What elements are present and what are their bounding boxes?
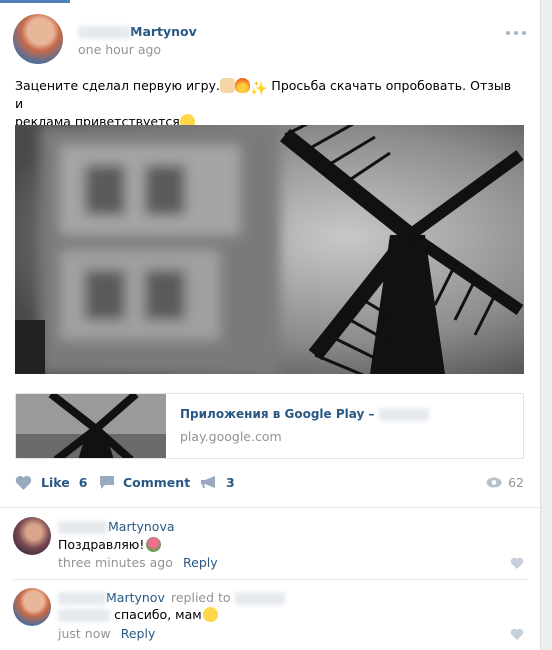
comment-text: спасибо, мам bbox=[58, 607, 218, 623]
comment-author-avatar[interactable] bbox=[13, 517, 51, 555]
comment-time[interactable]: three minutes ago bbox=[58, 555, 173, 570]
link-preview-title[interactable]: Приложения в Google Play – bbox=[180, 407, 429, 421]
blurred-first-name bbox=[58, 521, 108, 534]
post-text-part1: Зацените сделал первую игру. bbox=[15, 78, 220, 93]
comment-author-name[interactable]: Martynova bbox=[58, 519, 175, 535]
megaphone-icon bbox=[201, 476, 215, 488]
author-surname: Martynov bbox=[130, 24, 197, 39]
blurred-first-name bbox=[58, 592, 106, 605]
comment-time[interactable]: just now bbox=[58, 626, 111, 641]
like-count: 6 bbox=[78, 474, 88, 490]
comment-meta: just now Reply bbox=[58, 626, 155, 642]
comment-meta: three minutes ago Reply bbox=[58, 555, 218, 571]
sparkles-emoji-icon: ✨ bbox=[250, 81, 268, 97]
like-label: Like bbox=[41, 474, 70, 490]
post-photo[interactable] bbox=[15, 125, 524, 374]
comment-like-heart-icon[interactable] bbox=[510, 628, 524, 640]
blurred-app-name bbox=[378, 408, 429, 421]
reply-button[interactable]: Reply bbox=[121, 626, 156, 641]
link-preview-domain: play.google.com bbox=[180, 429, 282, 444]
link-preview-image bbox=[16, 394, 166, 458]
blurred-first-name bbox=[78, 26, 130, 39]
post-author-name[interactable]: Martynov bbox=[78, 24, 197, 40]
comment-like-heart-icon[interactable] bbox=[510, 557, 524, 569]
views-counter: 62 bbox=[486, 470, 524, 494]
share-button[interactable]: 3 bbox=[200, 470, 235, 494]
link-preview-card[interactable]: Приложения в Google Play – play.google.c… bbox=[15, 393, 524, 459]
comment-author-avatar[interactable] bbox=[13, 588, 51, 626]
hands-emoji-icon bbox=[220, 78, 235, 93]
windmill-image bbox=[15, 125, 524, 374]
bouquet-emoji-icon bbox=[146, 537, 162, 552]
comment-label: Comment bbox=[123, 474, 191, 490]
more-options-icon[interactable] bbox=[506, 31, 526, 37]
comment-author-name[interactable]: Martynov replied to bbox=[58, 590, 285, 606]
reply-button[interactable]: Reply bbox=[183, 555, 218, 570]
blurred-mention[interactable] bbox=[58, 609, 110, 622]
author-surname: Martynov bbox=[106, 590, 165, 605]
eye-icon bbox=[486, 477, 502, 487]
comment-button[interactable]: Comment bbox=[99, 470, 190, 494]
author-surname: Martynova bbox=[108, 519, 175, 534]
comment-divider bbox=[13, 579, 527, 580]
replied-to-label: replied to bbox=[171, 590, 231, 605]
comments-divider bbox=[0, 507, 541, 508]
heart-icon bbox=[15, 475, 32, 490]
blurred-reply-target[interactable] bbox=[234, 592, 285, 605]
comment-text: Поздравляю! bbox=[58, 537, 162, 553]
post-actions-bar: Like 6 Comment 3 62 bbox=[15, 470, 524, 494]
active-tab-indicator bbox=[0, 0, 70, 3]
share-count: 3 bbox=[226, 474, 235, 490]
like-button[interactable]: Like 6 bbox=[15, 470, 87, 494]
comment-icon bbox=[100, 475, 114, 489]
fire-emoji-icon bbox=[235, 78, 250, 93]
smiling-emoji-icon bbox=[202, 607, 218, 622]
post-author-avatar[interactable] bbox=[13, 14, 63, 64]
post-card: Martynov one hour ago Зацените сделал пе… bbox=[0, 0, 541, 650]
post-time[interactable]: one hour ago bbox=[78, 42, 161, 57]
post-text: Зацените сделал первую игру. ✨ Просьба ск… bbox=[15, 77, 515, 131]
views-count: 62 bbox=[508, 474, 524, 490]
